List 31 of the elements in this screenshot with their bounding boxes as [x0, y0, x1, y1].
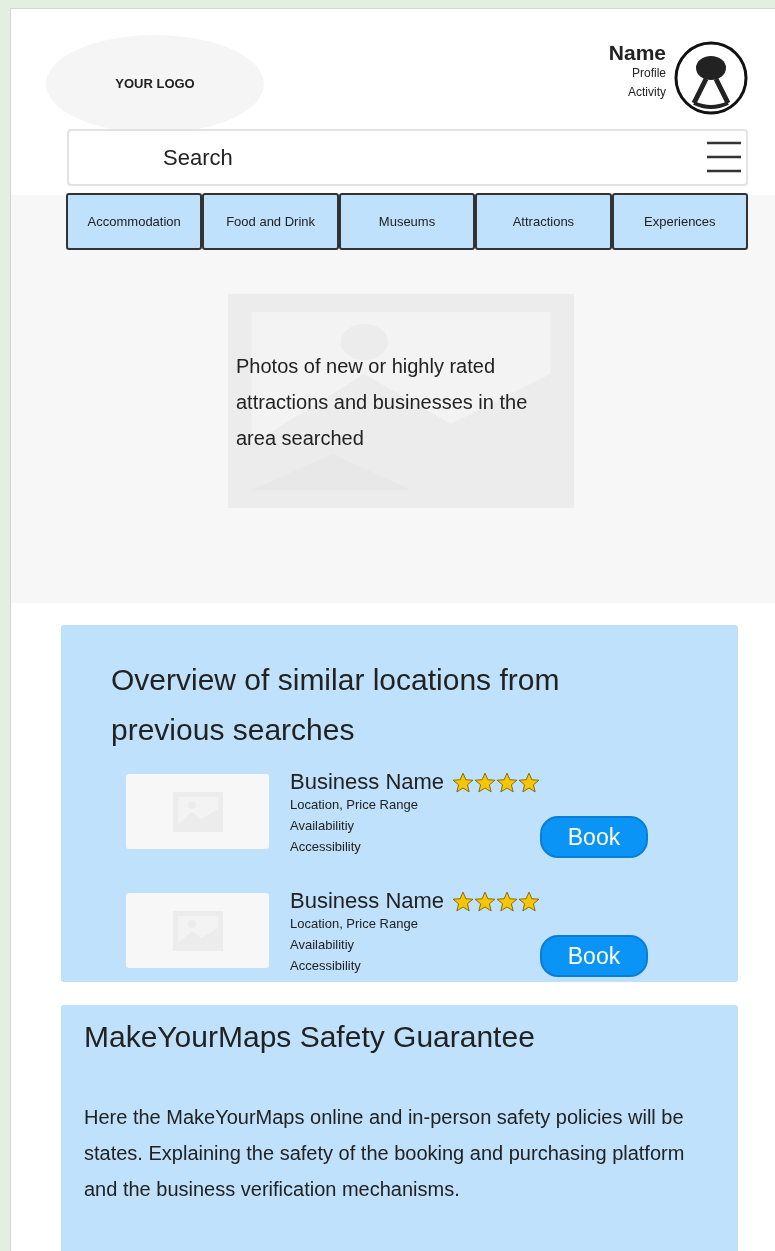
- star-icon: [518, 890, 541, 912]
- search-field[interactable]: Search: [67, 129, 748, 186]
- category-tab[interactable]: Food and Drink: [202, 193, 339, 250]
- listing-detail: Accessibility: [290, 838, 362, 857]
- profile-link[interactable]: Activity: [608, 82, 666, 102]
- star-icon: [452, 771, 475, 793]
- profile-link[interactable]: Profile: [608, 64, 666, 83]
- category-tab[interactable]: Accommodation: [66, 193, 203, 250]
- business-name: Business Name: [290, 889, 445, 914]
- profile-name: Name: [608, 41, 666, 65]
- star-icon: [474, 890, 497, 912]
- category-tab[interactable]: Museums: [338, 193, 476, 250]
- listing-detail: Availabilitiy: [290, 817, 356, 836]
- menu-icon[interactable]: [706, 140, 742, 174]
- section-title: MakeYourMaps Safety Guarantee: [84, 1019, 536, 1055]
- hero-text: Photos of new or highly rated attractions and businesses in the area searched: [236, 354, 529, 451]
- section-title: Overview of similar locations from previous searches: [111, 662, 561, 748]
- star-icon: [496, 890, 519, 912]
- star-icon: [474, 771, 497, 793]
- star-icon: [452, 890, 475, 912]
- star-icon: [496, 771, 519, 793]
- listing-detail: Availabilitiy: [290, 936, 356, 955]
- safety-text: Here the MakeYourMaps online and in-person safety policies will be states. Explaining the safety of the booking and purchasing platform and the business verification mechanisms.: [84, 1105, 686, 1202]
- listing-detail: Location, Price Range: [290, 915, 419, 934]
- listing-detail: Location, Price Range: [290, 796, 419, 815]
- category-tab[interactable]: Experiences: [611, 193, 749, 250]
- avatar-icon[interactable]: [674, 41, 748, 115]
- star-icon: [518, 771, 541, 793]
- business-name: Business Name: [290, 770, 445, 795]
- listing-detail: Accessibility: [290, 957, 362, 976]
- category-tab[interactable]: Attractions: [475, 193, 612, 250]
